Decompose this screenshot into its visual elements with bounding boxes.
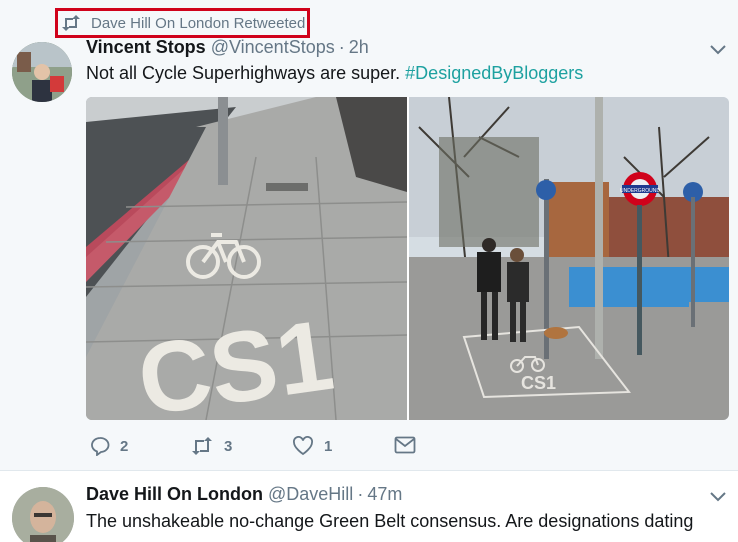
tweet-text: Not all Cycle Superhighways are super. #… (86, 63, 583, 84)
chevron-down-icon[interactable] (710, 492, 726, 502)
author-handle[interactable]: @DaveHill (268, 484, 353, 505)
tweet-actions: 2 3 1 (86, 436, 426, 462)
retweet-action-icon (192, 437, 212, 455)
timestamp[interactable]: 2h (349, 37, 369, 58)
retweet-count: 3 (224, 437, 233, 455)
separator-dot: · (338, 37, 345, 57)
author-name[interactable]: Dave Hill On London (86, 484, 263, 505)
direct-message-button[interactable] (394, 436, 426, 454)
hashtag-link[interactable]: #DesignedByBloggers (405, 63, 583, 83)
avatar[interactable] (12, 42, 72, 102)
reply-icon (91, 437, 110, 456)
like-button[interactable]: 1 (292, 436, 332, 456)
cs1-marking-right: CS1 (521, 373, 556, 393)
reply-count: 2 (120, 437, 129, 455)
underground-sign-label: UNDERGROUND (620, 188, 660, 194)
separator-dot: · (357, 484, 364, 504)
envelope-icon (394, 436, 416, 454)
reply-button[interactable]: 2 (90, 436, 128, 456)
author-name[interactable]: Vincent Stops (86, 37, 206, 58)
tweet-body: Not all Cycle Superhighways are super. (86, 63, 401, 83)
retweet-button[interactable]: 3 (190, 436, 232, 456)
retweet-context[interactable]: Dave Hill On London Retweeted (55, 8, 310, 38)
tweet-header: Dave Hill On London @DaveHill · 47m (86, 484, 402, 508)
tweet-header: Vincent Stops @VincentStops · 2h (86, 37, 369, 61)
retweet-context-label: Dave Hill On London Retweeted (91, 14, 306, 32)
like-count: 1 (324, 437, 333, 455)
tweet-card[interactable]: Dave Hill On London Retweeted Vincent St… (0, 0, 738, 470)
author-handle[interactable]: @VincentStops (211, 37, 335, 58)
heart-icon (293, 436, 313, 456)
chevron-down-icon[interactable] (710, 45, 726, 55)
retweet-icon (61, 15, 83, 31)
tweet-card[interactable]: Dave Hill On London @DaveHill · 47m The … (0, 471, 738, 542)
tweet-body: The unshakeable no-change Green Belt con… (86, 511, 694, 531)
photo-right[interactable]: UNDERGROUND CS1 (409, 97, 729, 420)
tweet-photos: CS1 UNDERGROUND CS1 (86, 97, 729, 420)
timestamp[interactable]: 47m (367, 484, 402, 505)
tweet-text: The unshakeable no-change Green Belt con… (86, 511, 693, 532)
avatar[interactable] (12, 487, 74, 542)
photo-left[interactable]: CS1 (86, 97, 407, 420)
